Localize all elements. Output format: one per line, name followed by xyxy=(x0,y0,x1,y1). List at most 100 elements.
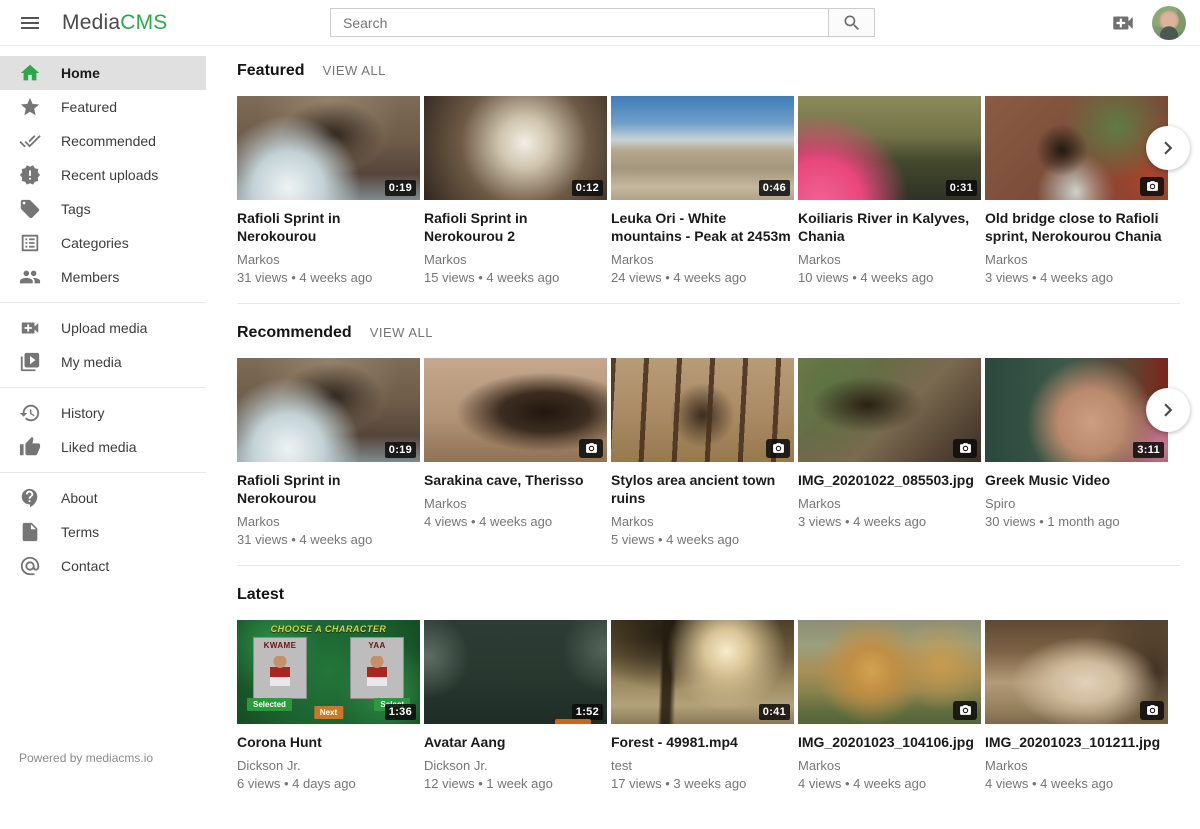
camera-icon xyxy=(1140,177,1164,196)
sidebar-item-home[interactable]: Home xyxy=(0,56,206,90)
video-thumbnail[interactable]: 1:52 xyxy=(424,620,607,724)
video-meta: 31 views • 4 weeks ago xyxy=(237,270,420,285)
video-library-icon xyxy=(19,351,41,373)
video-thumbnail[interactable] xyxy=(798,358,981,462)
video-title[interactable]: IMG_20201023_101211.jpg xyxy=(985,733,1168,751)
sidebar-item-featured[interactable]: Featured xyxy=(0,90,206,124)
video-author[interactable]: Markos xyxy=(611,514,794,529)
video-author[interactable]: Markos xyxy=(424,496,607,511)
video-thumbnail[interactable]: 0:46 xyxy=(611,96,794,200)
video-thumbnail[interactable]: 0:19 xyxy=(237,358,420,462)
video-title[interactable]: Forest - 49981.mp4 xyxy=(611,733,794,751)
sidebar-item-about[interactable]: About xyxy=(0,481,206,515)
help-icon xyxy=(19,487,41,509)
video-author[interactable]: Markos xyxy=(237,252,420,267)
video-author[interactable]: Markos xyxy=(985,758,1168,773)
video-author[interactable]: Dickson Jr. xyxy=(237,758,420,773)
sidebar-item-label: Upload media xyxy=(61,320,147,336)
video-title[interactable]: IMG_20201022_085503.jpg xyxy=(798,471,981,489)
categories-icon xyxy=(19,232,41,254)
video-thumbnail[interactable]: 0:12 xyxy=(424,96,607,200)
game-character-name: KWAME xyxy=(254,641,306,650)
game-character-figure xyxy=(367,656,387,686)
section-featured: FeaturedVIEW ALL0:19Rafioli Sprint in Ne… xyxy=(237,62,1180,304)
video-thumbnail[interactable]: 0:31 xyxy=(798,96,981,200)
video-title[interactable]: Rafioli Sprint in Nerokourou 2 xyxy=(424,209,607,245)
video-meta: 4 views • 4 weeks ago xyxy=(798,776,981,791)
video-author[interactable]: Markos xyxy=(798,496,981,511)
video-title[interactable]: Leuka Ori - White mountains - Peak at 24… xyxy=(611,209,794,245)
section-title: Recommended xyxy=(237,324,352,342)
search-icon xyxy=(842,13,862,33)
video-author[interactable]: Dickson Jr. xyxy=(424,758,607,773)
video-meta: 31 views • 4 weeks ago xyxy=(237,532,420,547)
sidebar-item-label: My media xyxy=(61,354,122,370)
video-title[interactable]: Corona Hunt xyxy=(237,733,420,751)
video-title[interactable]: IMG_20201023_104106.jpg xyxy=(798,733,981,751)
video-meta: 5 views • 4 weeks ago xyxy=(611,532,794,547)
game-character-figure xyxy=(270,656,290,686)
video-title[interactable]: Koiliaris River in Kalyves, Chania xyxy=(798,209,981,245)
tag-icon xyxy=(19,198,41,220)
search-input[interactable] xyxy=(331,9,828,36)
section-header: Recommended VIEW ALL xyxy=(237,324,1180,342)
video-meta: 15 views • 4 weeks ago xyxy=(424,270,607,285)
video-author[interactable]: Markos xyxy=(611,252,794,267)
search-button[interactable] xyxy=(828,9,874,36)
sidebar-item-label: History xyxy=(61,405,105,421)
sidebar-item-my-media[interactable]: My media xyxy=(0,345,206,379)
section-recommended: Recommended VIEW ALL 0:19 Rafioli Sprint in… xyxy=(237,324,1180,566)
video-title[interactable]: Old bridge close to Rafioli sprint, Nero… xyxy=(985,209,1168,245)
app-logo[interactable]: MediaCMS xyxy=(62,11,167,35)
video-thumbnail[interactable] xyxy=(424,358,607,462)
logo-text-cms: CMS xyxy=(120,11,167,35)
video-title[interactable]: Rafioli Sprint in Nerokourou xyxy=(237,471,420,507)
sidebar-item-history[interactable]: History xyxy=(0,396,206,430)
duration-badge: 1:36 xyxy=(385,704,416,720)
video-title[interactable]: Stylos area ancient town ruins xyxy=(611,471,794,507)
sidebar-item-members[interactable]: Members xyxy=(0,260,206,294)
video-author[interactable]: Markos xyxy=(798,758,981,773)
sidebar-item-recent-uploads[interactable]: Recent uploads xyxy=(0,158,206,192)
sidebar: HomeFeaturedRecommended Recent uploads Tag… xyxy=(0,46,206,775)
video-author[interactable]: Markos xyxy=(237,514,420,529)
upload-media-button[interactable] xyxy=(1110,10,1136,36)
video-meta: 4 views • 4 weeks ago xyxy=(424,514,607,529)
video-thumbnail[interactable]: 3:11 xyxy=(985,358,1168,462)
carousel-next-button[interactable] xyxy=(1146,126,1190,170)
video-thumbnail[interactable]: CHOOSE A CHARACTERKWAMEYAASelectedNextSe… xyxy=(237,620,420,724)
menu-icon[interactable] xyxy=(18,11,42,35)
sidebar-item-tags[interactable]: Tags xyxy=(0,192,206,226)
sidebar-item-terms[interactable]: Terms xyxy=(0,515,206,549)
video-thumbnail[interactable]: 0:19 xyxy=(237,96,420,200)
video-author[interactable]: Markos xyxy=(798,252,981,267)
view-all-link[interactable]: VIEW ALL xyxy=(370,325,433,340)
video-thumbnail[interactable] xyxy=(985,96,1168,200)
video-add-icon xyxy=(19,317,41,339)
carousel-next-button[interactable] xyxy=(1146,388,1190,432)
sidebar-item-upload-media[interactable]: Upload media xyxy=(0,311,206,345)
view-all-link[interactable]: VIEW ALL xyxy=(323,63,386,78)
history-icon xyxy=(19,402,41,424)
video-title[interactable]: Rafioli Sprint in Nerokourou xyxy=(237,209,420,245)
app-header: MediaCMS xyxy=(0,0,1200,46)
sidebar-item-label: Recent uploads xyxy=(61,167,158,183)
video-title[interactable]: Avatar Aang xyxy=(424,733,607,751)
sidebar-item-categories[interactable]: Categories xyxy=(0,226,206,260)
video-thumbnail[interactable] xyxy=(798,620,981,724)
camera-icon xyxy=(579,439,603,458)
avatar[interactable] xyxy=(1152,6,1186,40)
video-author[interactable]: Markos xyxy=(985,252,1168,267)
sidebar-item-liked-media[interactable]: Liked media xyxy=(0,430,206,464)
video-thumbnail[interactable] xyxy=(985,620,1168,724)
sidebar-item-contact[interactable]: Contact xyxy=(0,549,206,583)
video-author[interactable]: test xyxy=(611,758,794,773)
video-author[interactable]: Spiro xyxy=(985,496,1168,511)
video-title[interactable]: Greek Music Video xyxy=(985,471,1168,489)
video-title[interactable]: Sarakina cave, Therisso xyxy=(424,471,607,489)
video-author[interactable]: Markos xyxy=(424,252,607,267)
video-thumbnail[interactable] xyxy=(611,358,794,462)
sidebar-item-recommended[interactable]: Recommended xyxy=(0,124,206,158)
video-thumbnail[interactable]: 0:41 xyxy=(611,620,794,724)
camera-icon xyxy=(766,439,790,458)
